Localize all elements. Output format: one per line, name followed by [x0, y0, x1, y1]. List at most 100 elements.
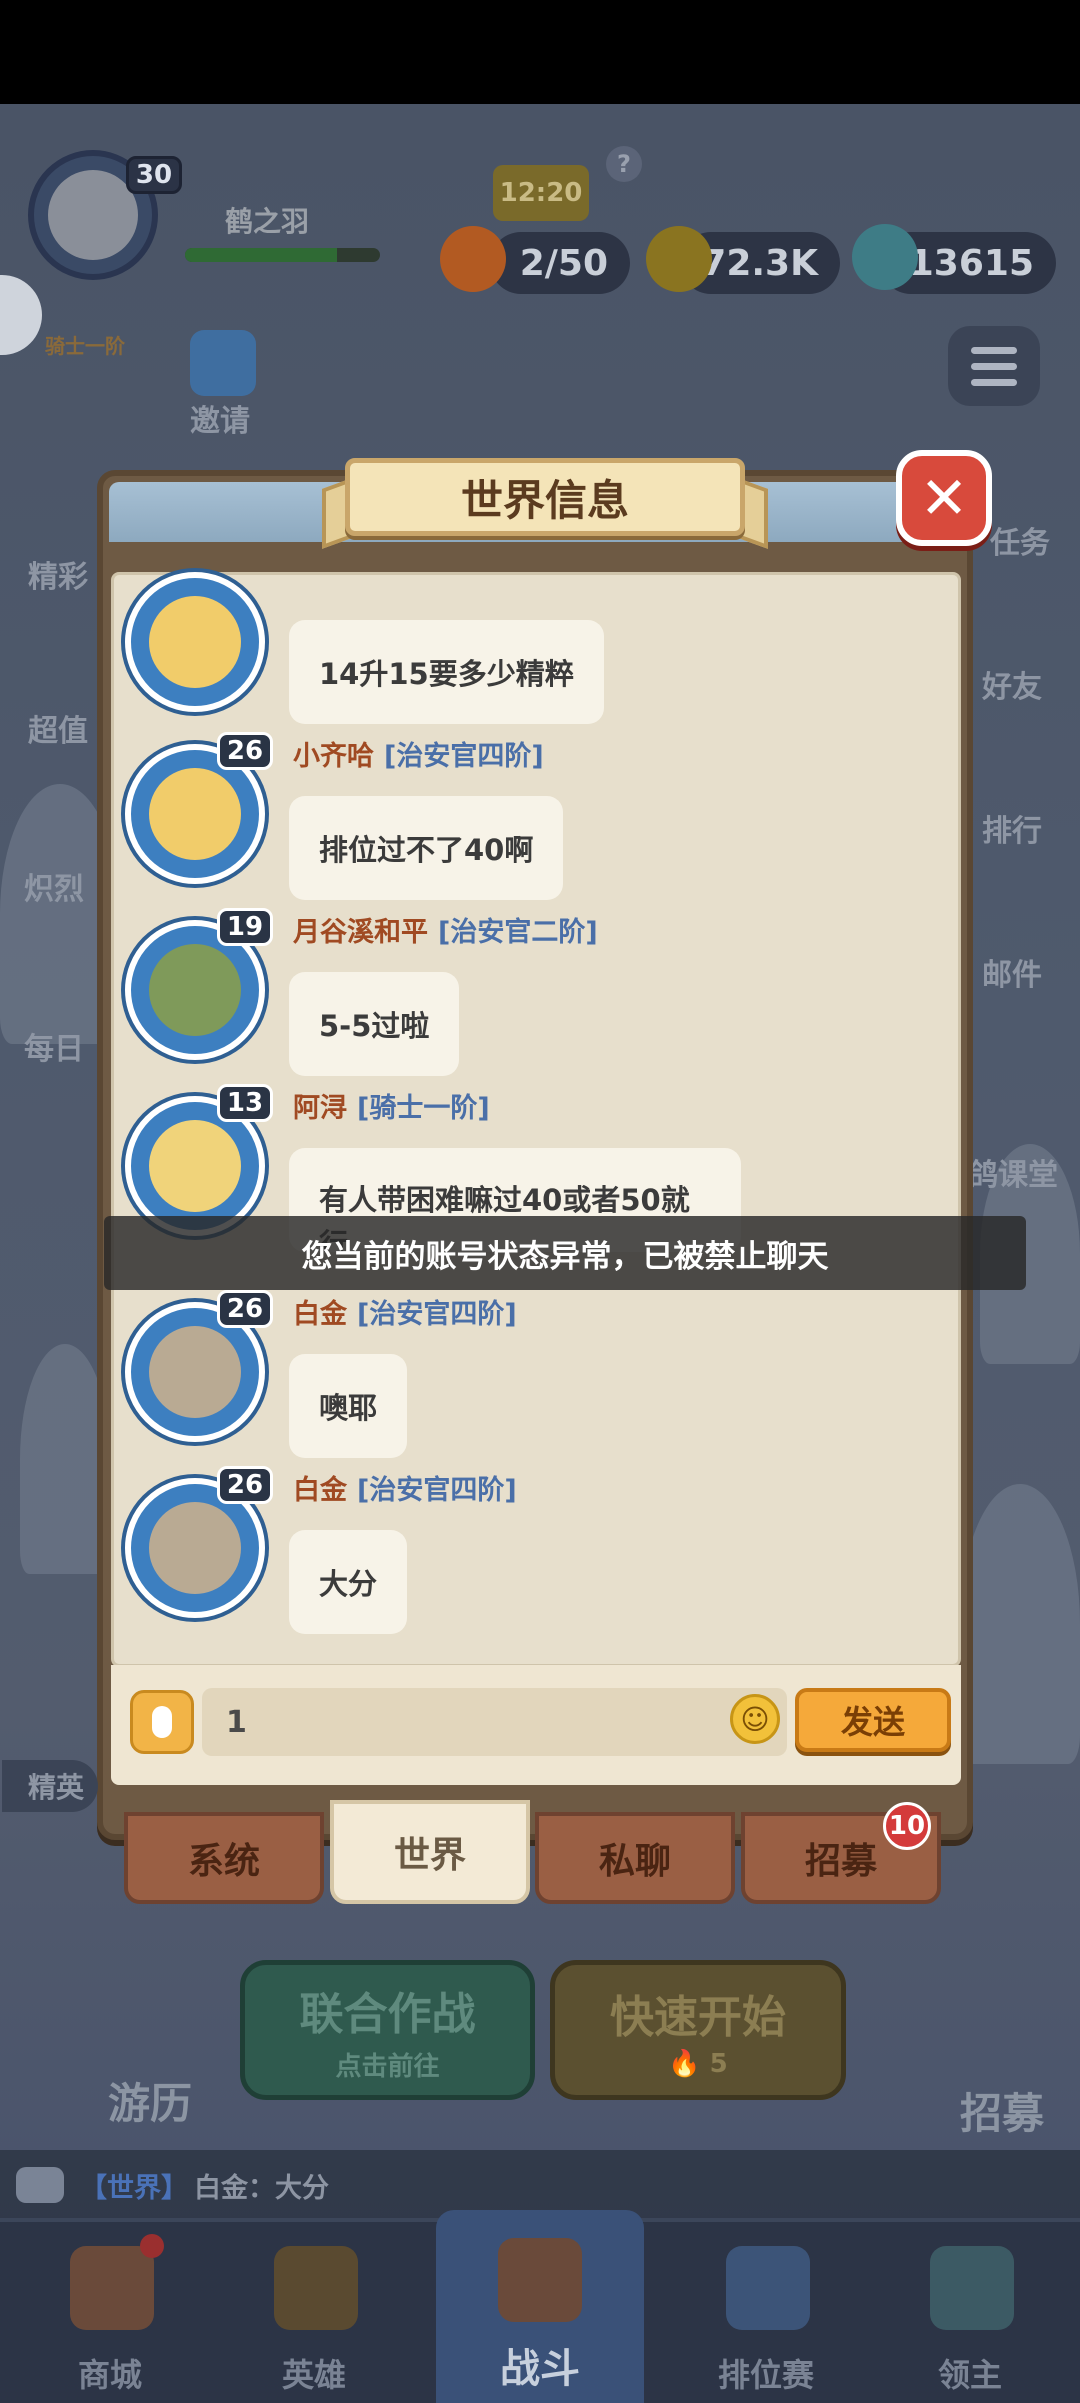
menu-icon[interactable] — [948, 326, 1040, 406]
tab-private[interactable]: 私聊 — [535, 1812, 735, 1904]
nav-heroes-label: 英雄 — [281, 2356, 346, 2394]
status-bar — [0, 0, 1080, 104]
close-icon: ✕ — [919, 464, 969, 532]
gold-coin-icon — [646, 226, 712, 292]
message-bubble: 噢耶 — [289, 1354, 408, 1458]
nav-heroes[interactable]: 英雄 — [214, 2218, 414, 2403]
avatar-face — [149, 1120, 241, 1212]
nav-battle[interactable]: 战斗 — [436, 2210, 644, 2403]
stamina-pill[interactable]: 2/50 — [490, 232, 630, 294]
microphone-icon — [152, 1706, 172, 1738]
exp-bar — [185, 248, 380, 262]
sender-rank: [骑士一阶] — [357, 1093, 490, 1124]
nav-lord[interactable]: 领主 — [870, 2218, 1070, 2403]
player-name: 鹤之羽 — [225, 205, 310, 238]
side-right-4[interactable]: 鸽课堂 — [968, 1150, 1058, 1194]
player-level-badge: 30 — [126, 156, 182, 194]
tab-world[interactable]: 世界 — [330, 1800, 530, 1904]
chat-banned-toast: 您当前的账号状态异常，已被禁止聊天 — [104, 1216, 1026, 1290]
message-level-badge: 26 — [217, 732, 273, 770]
invite-icon[interactable] — [190, 330, 256, 396]
sender-name: 月谷溪和平 — [293, 917, 428, 948]
nav-battle-label: 战斗 — [500, 2346, 580, 2392]
timer: 12:20 — [493, 165, 589, 221]
voice-input-button[interactable] — [130, 1690, 194, 1754]
message-bubble: 大分 — [289, 1530, 408, 1634]
sender-name: 阿浔 — [293, 1093, 347, 1124]
sender-rank: [治安官二阶] — [438, 917, 598, 948]
message-level-badge: 26 — [217, 1290, 273, 1328]
message-level-badge: 26 — [217, 1466, 273, 1504]
message-level-badge: 13 — [217, 1084, 273, 1122]
dialog-title: 世界信息 — [345, 458, 745, 536]
nav-shop-label: 商城 — [77, 2356, 142, 2394]
message-avatar[interactable] — [125, 572, 265, 712]
sender-rank: [治安官四阶] — [357, 1475, 517, 1506]
tab-system[interactable]: 系统 — [124, 1812, 324, 1904]
chat-text-input[interactable]: 1 — [202, 1688, 787, 1756]
sender-name: 白金 — [293, 1299, 347, 1330]
side-left-3[interactable]: 每日 — [24, 1024, 84, 1068]
side-left-1[interactable]: 超值 — [28, 706, 88, 750]
ticker-channel: 【世界】 — [80, 2172, 188, 2204]
avatar-face — [48, 170, 138, 260]
sender-name: 白金 — [293, 1475, 347, 1506]
nav-shop[interactable]: 商城 — [10, 2218, 210, 2403]
message-bubble: 14升15要多少精粹 — [289, 620, 604, 724]
quick-start-title: 快速开始 — [610, 1992, 786, 2043]
ranked-shield-icon — [726, 2246, 810, 2330]
sender-name: 小齐哈 — [293, 741, 374, 772]
side-right-0[interactable]: 任务 — [990, 518, 1050, 562]
avatar-face — [149, 768, 241, 860]
stamina-fire-icon — [440, 226, 506, 292]
message-sender[interactable]: 小齐哈 [治安官四阶] — [293, 734, 544, 773]
avatar-face — [149, 1326, 241, 1418]
message-sender[interactable]: 阿浔 [骑士一阶] — [293, 1086, 490, 1125]
crossed-swords-icon — [498, 2238, 582, 2322]
side-right-2[interactable]: 排行 — [982, 806, 1042, 850]
gem-value: 13615 — [908, 242, 1034, 284]
side-left-2[interactable]: 炽烈 — [24, 864, 84, 908]
close-button[interactable]: ✕ — [896, 450, 992, 546]
help-icon[interactable]: ? — [606, 146, 642, 182]
joint-battle-button[interactable]: 联合作战 点击前往 — [240, 1960, 535, 2100]
message-sender[interactable]: 白金 [治安官四阶] — [293, 1292, 517, 1331]
recruit-unread-badge: 10 — [883, 1802, 931, 1850]
side-right-1[interactable]: 好友 — [982, 662, 1042, 706]
joint-battle-sub: 点击前往 — [335, 2051, 440, 2082]
sender-rank: [治安官四阶] — [384, 741, 544, 772]
avatar-face — [149, 596, 241, 688]
stamina-value: 2/50 — [519, 242, 608, 284]
gem-crystal-icon — [852, 224, 918, 290]
chat-bubble-icon — [16, 2167, 64, 2203]
sender-rank: [治安官四阶] — [357, 1299, 517, 1330]
player-rank-tag: 骑士一阶 — [45, 334, 125, 358]
lord-crown-icon — [930, 2246, 1014, 2330]
hero-card-icon — [274, 2246, 358, 2330]
nav-ranked[interactable]: 排位赛 — [666, 2218, 866, 2403]
ticker-text: 白金：大分 — [194, 2172, 329, 2204]
send-button[interactable]: 发送 — [795, 1688, 951, 1752]
recruit-label[interactable]: 招募 — [960, 2080, 1044, 2141]
emoji-icon[interactable]: ☺ — [730, 1694, 780, 1744]
quick-start-cost: 🔥 5 — [668, 2049, 728, 2079]
message-sender[interactable]: 月谷溪和平 [治安官二阶] — [293, 910, 598, 949]
invite-label: 邀请 — [190, 404, 250, 439]
message-level-badge: 19 — [217, 908, 273, 946]
fire-icon: 🔥 — [668, 2049, 701, 2079]
nav-ranked-label: 排位赛 — [717, 2356, 814, 2394]
quick-start-button[interactable]: 快速开始 🔥 5 — [550, 1960, 846, 2100]
elite-tag[interactable]: 精英 — [2, 1760, 98, 1812]
quick-start-cost-value: 5 — [709, 2049, 728, 2079]
side-right-3[interactable]: 邮件 — [982, 950, 1042, 994]
exp-bar-fill — [185, 248, 338, 262]
travel-label[interactable]: 游历 — [108, 2070, 192, 2131]
message-sender[interactable]: 白金 [治安官四阶] — [293, 1468, 517, 1507]
message-bubble: 排位过不了40啊 — [289, 796, 564, 900]
side-left-0[interactable]: 精彩 — [28, 552, 88, 596]
avatar-face — [149, 1502, 241, 1594]
shop-icon — [70, 2246, 154, 2330]
shop-notification-dot — [140, 2234, 164, 2258]
joint-battle-title: 联合作战 — [299, 1988, 476, 2040]
snow-tree — [960, 1484, 1080, 1764]
